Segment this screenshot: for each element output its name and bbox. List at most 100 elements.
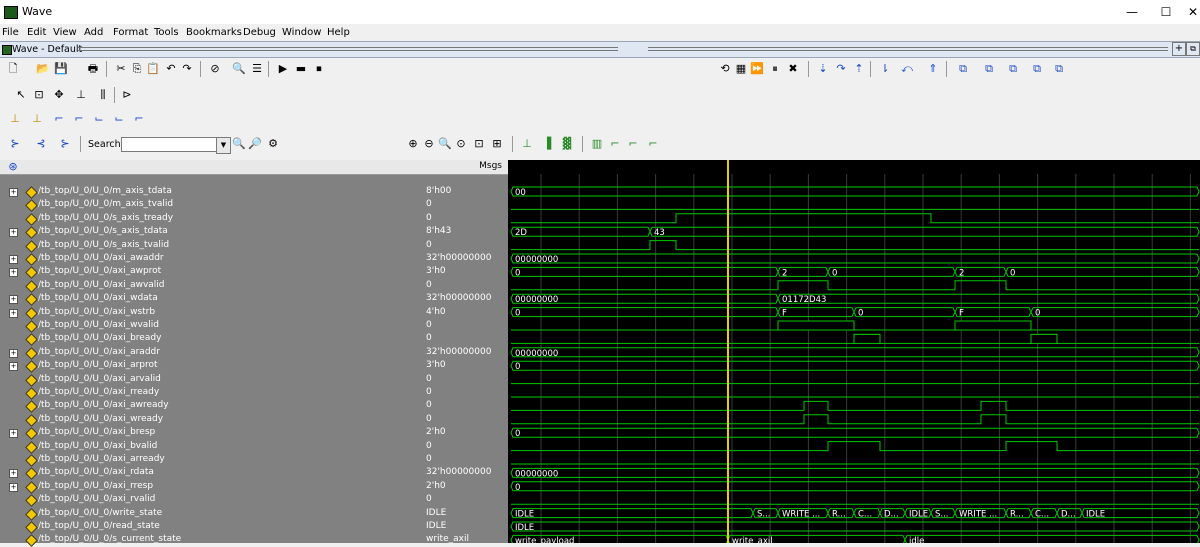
delete-cursor-icon[interactable]: ▓ <box>560 137 574 151</box>
prev-edge-icon[interactable]: ⌐ <box>608 137 622 151</box>
zoom-last-icon[interactable]: ⊞ <box>490 137 504 151</box>
signal-row[interactable]: /tb_top/U_0/U_0/axi_wvalid <box>0 319 424 333</box>
signals-menu-icon[interactable]: ⊛ <box>6 160 20 174</box>
search-input[interactable] <box>121 137 223 152</box>
signal-row[interactable]: + /tb_top/U_0/U_0/axi_rdata <box>0 466 424 481</box>
edge-search-icon[interactable]: ⌐ <box>646 137 660 151</box>
signal-row[interactable]: /tb_top/U_0/U_0/axi_awvalid <box>0 279 424 293</box>
menu-add[interactable]: Add <box>84 27 103 38</box>
undo-icon[interactable]: ↶ <box>164 62 178 76</box>
edge-icon[interactable]: ⊥ <box>8 112 22 126</box>
signal-row[interactable]: + /tb_top/U_0/U_0/axi_awaddr <box>0 252 424 266</box>
add-cursor-icon[interactable]: ▐ <box>540 137 554 151</box>
expand-icon[interactable]: + <box>9 429 18 439</box>
pane-grip[interactable] <box>78 47 618 51</box>
layout-a-icon[interactable]: ⧉ <box>956 62 970 76</box>
signal-row[interactable]: /tb_top/U_0/U_0/axi_wready <box>0 413 424 427</box>
menu-tools[interactable]: Tools <box>154 27 179 38</box>
pan-mode-icon[interactable]: ✥ <box>52 88 66 102</box>
search-settings-icon[interactable]: ⚙ <box>266 137 280 151</box>
expand-icon[interactable]: + <box>9 268 18 278</box>
undock-icon[interactable]: ⧉ <box>1186 42 1200 56</box>
save-icon[interactable]: 💾 <box>54 62 68 76</box>
new-icon[interactable]: 🗋 <box>6 62 20 76</box>
run-icon[interactable]: ▶ <box>276 62 290 76</box>
signal-row[interactable]: /tb_top/U_0/U_0/axi_arready <box>0 453 424 467</box>
step-out-icon[interactable]: ⇡ <box>852 62 866 76</box>
chevron-down-icon[interactable]: ▼ <box>216 137 231 154</box>
group-icon[interactable]: ⊰ <box>34 137 48 151</box>
expand-icon[interactable]: + <box>9 308 18 318</box>
expand-icon[interactable]: + <box>9 255 18 264</box>
expand-icon[interactable]: + <box>9 482 18 492</box>
signal-names-pane[interactable]: ⊛ + /tb_top/U_0/U_0/m_axis_tdata/tb_top/U… <box>0 160 424 547</box>
edge-next-icon[interactable]: ⊥ <box>30 112 44 126</box>
stretch-mode-icon[interactable]: ⊥ <box>74 88 88 102</box>
signal-row[interactable]: /tb_top/U_0/U_0/read_state <box>0 520 424 534</box>
step-over-icon[interactable]: ↷ <box>834 62 848 76</box>
cursor-icon[interactable]: ⊥ <box>520 137 534 151</box>
pane-grip-right[interactable] <box>648 47 1168 51</box>
menu-help[interactable]: Help <box>327 27 350 38</box>
ungroup-icon[interactable]: ⊱ <box>58 137 72 151</box>
menu-format[interactable]: Format <box>113 27 148 38</box>
signal-row[interactable]: + /tb_top/U_0/U_0/axi_wdata <box>0 292 424 307</box>
zoom-out-icon[interactable]: ⊖ <box>422 137 436 151</box>
insert-divider-icon[interactable]: ⊱ <box>8 137 22 151</box>
signal-row[interactable]: + /tb_top/U_0/U_0/axi_awprot <box>0 265 424 280</box>
step-icon[interactable]: ⇣ <box>816 62 830 76</box>
run-length-icon[interactable]: ▦ <box>734 62 748 76</box>
layout-e-icon[interactable]: ⧉ <box>1052 62 1066 76</box>
layout-c-icon[interactable]: ⧉ <box>1006 62 1020 76</box>
open-icon[interactable]: 📂 <box>36 62 50 76</box>
signal-row[interactable]: /tb_top/U_0/U_0/s_axis_tvalid <box>0 239 424 253</box>
maximize-button[interactable]: ☐ <box>1151 3 1181 21</box>
expand-icon[interactable]: + <box>9 295 18 305</box>
paste-icon[interactable]: 📋 <box>146 62 160 76</box>
edge-fall-icon[interactable]: ⌐ <box>52 112 66 126</box>
signal-row[interactable]: + /tb_top/U_0/U_0/m_axis_tdata <box>0 185 424 199</box>
zoom-range-icon[interactable]: ⊡ <box>472 137 486 151</box>
layout-b-icon[interactable]: ⧉ <box>982 62 996 76</box>
menu-file[interactable]: File <box>2 27 19 38</box>
values-pane[interactable]: Msgs 8'h00 0 0 8'h43 0 32'h00000000 3'h0 0 32'h0… <box>424 160 508 544</box>
expand-icon[interactable]: + <box>9 469 18 479</box>
insert-cursor-icon[interactable]: ⊳ <box>120 88 134 102</box>
signal-row[interactable]: /tb_top/U_0/U_0/s_current_state <box>0 533 424 547</box>
menu-bookmarks[interactable]: Bookmarks <box>186 27 242 38</box>
signal-row[interactable]: /tb_top/U_0/U_0/s_axis_tready <box>0 212 424 226</box>
edge-rise-icon[interactable]: ⌐ <box>72 112 86 126</box>
signal-row[interactable]: + /tb_top/U_0/U_0/axi_rresp <box>0 480 424 494</box>
zoom-in-icon[interactable]: ⊕ <box>406 137 420 151</box>
signal-row[interactable]: /tb_top/U_0/U_0/axi_bvalid <box>0 440 424 454</box>
copy-icon[interactable]: ⎘ <box>130 62 144 76</box>
edge-any-icon[interactable]: ⌐ <box>132 112 146 126</box>
minimize-button[interactable]: — <box>1117 3 1147 21</box>
cut-icon[interactable]: ✂ <box>114 62 128 76</box>
step-back-icon[interactable]: ⇂ <box>878 62 892 76</box>
select-mode-icon[interactable]: ↖ <box>14 88 28 102</box>
stop-sim-icon[interactable]: ✖ <box>786 62 800 76</box>
edge-last-icon[interactable]: ⌙ <box>112 112 126 126</box>
print-icon[interactable]: 🖶 <box>86 62 100 76</box>
signal-row[interactable]: /tb_top/U_0/U_0/write_state <box>0 507 424 521</box>
zoom-cursor-icon[interactable]: ⊙ <box>454 137 468 151</box>
menu-debug[interactable]: Debug <box>243 27 276 38</box>
next-edge-icon[interactable]: ⌐ <box>626 137 640 151</box>
expand-icon[interactable]: + <box>9 362 18 372</box>
split-icon[interactable]: ⫼ <box>96 88 110 102</box>
expand-icon[interactable]: + <box>9 228 18 238</box>
expand-icon[interactable]: + <box>9 188 18 197</box>
signal-row[interactable]: + /tb_top/U_0/U_0/axi_bresp <box>0 426 424 441</box>
zoom-full-icon[interactable]: 🔍 <box>438 137 452 151</box>
signal-row[interactable]: /tb_top/U_0/U_0/m_axis_tvalid <box>0 198 424 213</box>
close-button[interactable]: ✕ <box>1178 3 1200 21</box>
find-icon[interactable]: 🔍 <box>232 62 246 76</box>
signal-row[interactable]: /tb_top/U_0/U_0/axi_awready <box>0 399 424 414</box>
zoom-mode-icon[interactable]: ⊡ <box>32 88 46 102</box>
dock-icon[interactable]: + <box>1172 42 1186 56</box>
signal-row[interactable]: + /tb_top/U_0/U_0/axi_araddr <box>0 346 424 360</box>
expand-icon[interactable]: + <box>9 348 18 358</box>
layout-d-icon[interactable]: ⧉ <box>1030 62 1044 76</box>
edge-prev-icon[interactable]: ⌙ <box>92 112 106 126</box>
